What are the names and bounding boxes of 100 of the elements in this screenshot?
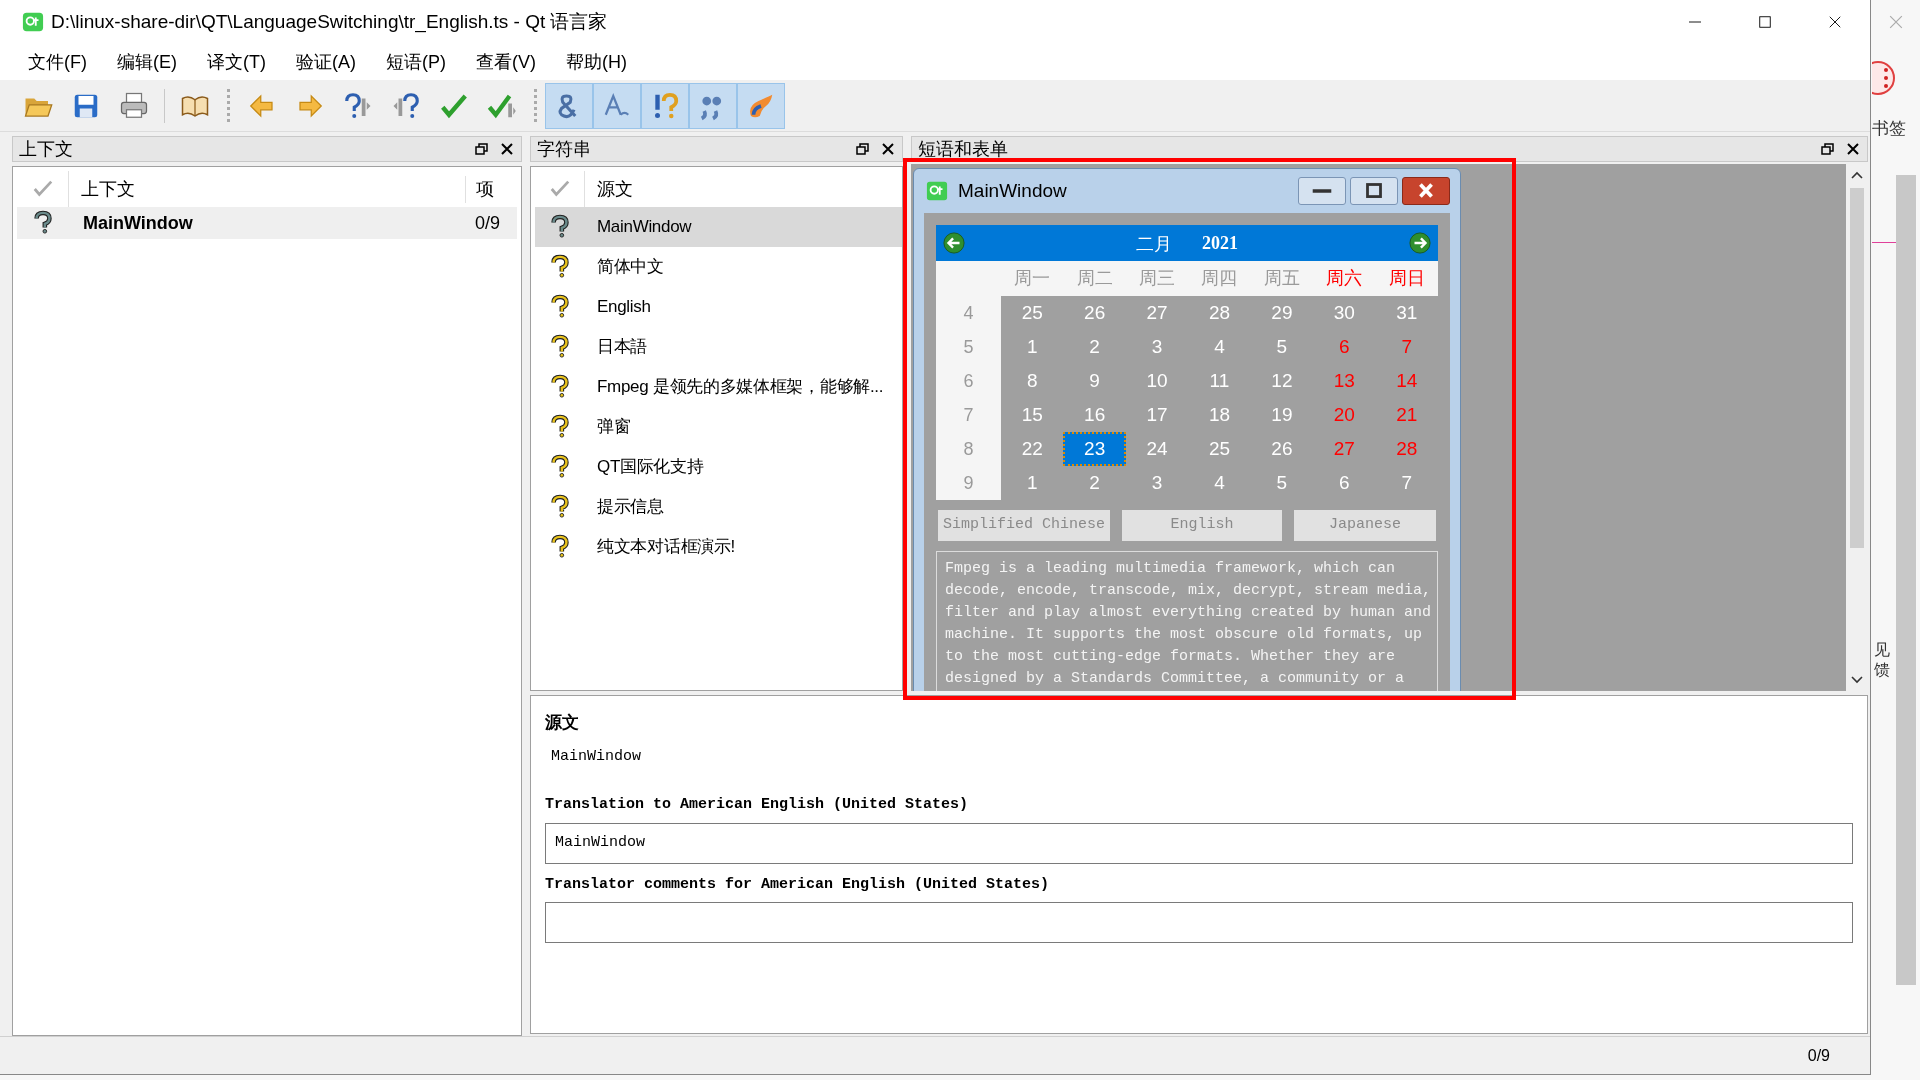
menu-item[interactable]: 验证(A) (281, 48, 370, 76)
progress-count: 0/9 (1807, 1045, 1830, 1066)
calendar-day[interactable]: 30 (1313, 296, 1376, 330)
calendar-day[interactable]: 3 (1125, 466, 1189, 500)
language-button[interactable]: Simplified Chinese (938, 510, 1110, 541)
close-button[interactable] (499, 141, 515, 157)
weekday-label: 周二 (1075, 267, 1114, 290)
close-button[interactable] (1402, 177, 1450, 205)
dock-title: 字符串 (537, 140, 591, 158)
calendar-day[interactable]: 16 (1063, 398, 1126, 432)
menu-item[interactable]: 译文(T) (193, 48, 280, 76)
next-month-button[interactable] (1409, 232, 1431, 254)
column-header[interactable]: 项 (465, 175, 517, 203)
calendar-day[interactable]: 13 (1313, 364, 1376, 398)
calendar-day[interactable]: 5 (1250, 466, 1314, 500)
window-title: MainWindow (958, 178, 1067, 203)
calendar-day[interactable]: 3 (1125, 330, 1189, 364)
menu-item[interactable]: 帮助(H) (551, 48, 641, 76)
calendar-day[interactable]: 1 (1001, 466, 1064, 500)
question-arrow-icon (391, 90, 421, 121)
calendar-day[interactable]: 6 (1313, 330, 1376, 364)
source-text: QT国际化支持 (596, 456, 704, 479)
calendar-day[interactable]: 31 (1375, 296, 1438, 330)
question-mark-icon (549, 293, 571, 321)
calendar-day[interactable]: 1 (1001, 330, 1064, 364)
source-text: MainWindow (551, 746, 642, 767)
calendar-day[interactable]: 2 (1063, 330, 1126, 364)
calendar-day[interactable]: 9 (1063, 364, 1126, 398)
bookmarks-label[interactable]: 书签 (1872, 116, 1906, 142)
dock-title: 上下文 (19, 140, 73, 158)
calendar-day[interactable]: 6 (1313, 466, 1376, 500)
calendar-day[interactable]: 14 (1375, 364, 1438, 398)
calendar-day[interactable]: 4 (1188, 330, 1251, 364)
toolbar-button[interactable] (689, 82, 737, 129)
calendar-day[interactable]: 19 (1250, 398, 1314, 432)
scrollbar-thumb[interactable] (1850, 188, 1864, 548)
toolbar-button[interactable] (593, 82, 641, 129)
calendar-day[interactable]: 11 (1188, 364, 1251, 398)
previous-month-button[interactable] (943, 232, 965, 254)
float-button[interactable] (854, 141, 870, 157)
calendar-day[interactable]: 21 (1375, 398, 1438, 432)
toolbar-button[interactable] (545, 82, 593, 129)
calendar-day[interactable]: 28 (1375, 432, 1438, 466)
column-header[interactable]: 上下文 (69, 175, 465, 203)
float-button[interactable] (1819, 141, 1835, 157)
source-text: MainWindow (596, 216, 692, 239)
comments-field[interactable] (545, 902, 1853, 943)
calendar-day[interactable]: 26 (1063, 296, 1126, 330)
question-mark-icon (549, 253, 571, 281)
toolbar-button[interactable] (737, 82, 785, 129)
calendar-day[interactable]: 17 (1125, 398, 1189, 432)
menu-item[interactable]: 文件(F) (14, 48, 101, 76)
language-button[interactable]: Japanese (1294, 510, 1436, 541)
calendar-day[interactable]: 27 (1313, 432, 1376, 466)
calendar-day[interactable]: 23 (1063, 432, 1126, 466)
calendar-day[interactable]: 4 (1188, 466, 1251, 500)
year-field[interactable]: 2021 (1202, 229, 1238, 257)
calendar-day[interactable]: 28 (1188, 296, 1251, 330)
question-mark-icon (549, 493, 571, 521)
menu-item[interactable]: 短语(P) (371, 48, 460, 76)
calendar-day[interactable]: 2 (1063, 466, 1126, 500)
toolbar-button[interactable] (641, 82, 689, 129)
calendar-day[interactable]: 29 (1250, 296, 1314, 330)
calendar-day[interactable]: 10 (1125, 364, 1189, 398)
list-row[interactable]: MainWindow (535, 207, 902, 247)
language-button[interactable]: English (1122, 510, 1282, 541)
source-text: 弹窗 (596, 416, 631, 439)
minimize-button[interactable] (1298, 177, 1346, 205)
calendar-day[interactable]: 8 (1001, 364, 1064, 398)
calendar-day[interactable]: 26 (1250, 432, 1314, 466)
translation-field[interactable]: MainWindow (545, 822, 1853, 864)
weekday-label: 周一 (1013, 267, 1052, 290)
calendar-day[interactable]: 20 (1313, 398, 1376, 432)
list-row[interactable]: MainWindow 0/9 (17, 207, 517, 239)
calendar-day[interactable]: 27 (1125, 296, 1189, 330)
calendar-day[interactable]: 7 (1375, 330, 1438, 364)
calendar-day[interactable]: 12 (1250, 364, 1314, 398)
source-text: 日本語 (596, 336, 648, 359)
calendar-day[interactable]: 24 (1125, 432, 1189, 466)
maximize-button[interactable] (1350, 177, 1398, 205)
field-label: 源文 (545, 712, 580, 734)
calendar-day[interactable]: 25 (1001, 296, 1064, 330)
menu-item[interactable]: 编辑(E) (103, 48, 191, 76)
close-button[interactable] (1845, 141, 1861, 157)
source-text: Fmpeg 是领先的多媒体框架，能够解... (596, 376, 884, 399)
weekday-label: 周日 (1387, 267, 1426, 290)
month-dropdown[interactable]: 二月 (1136, 229, 1182, 257)
calendar-day[interactable]: 18 (1188, 398, 1251, 432)
calendar-day[interactable]: 25 (1188, 432, 1251, 466)
app-icon (926, 180, 948, 202)
column-header[interactable]: 源文 (585, 175, 633, 203)
calendar-day[interactable]: 7 (1375, 466, 1438, 500)
float-button[interactable] (473, 141, 489, 157)
menu-item[interactable]: 查看(V) (461, 48, 550, 76)
calendar-day[interactable]: 22 (1001, 432, 1064, 466)
calendar-day[interactable]: 15 (1001, 398, 1064, 432)
field-label: Translator comments for American English (United States) (545, 874, 1051, 895)
calendar-day[interactable]: 5 (1250, 330, 1314, 364)
close-button[interactable] (880, 141, 896, 157)
weekday-label: 周五 (1262, 267, 1301, 290)
